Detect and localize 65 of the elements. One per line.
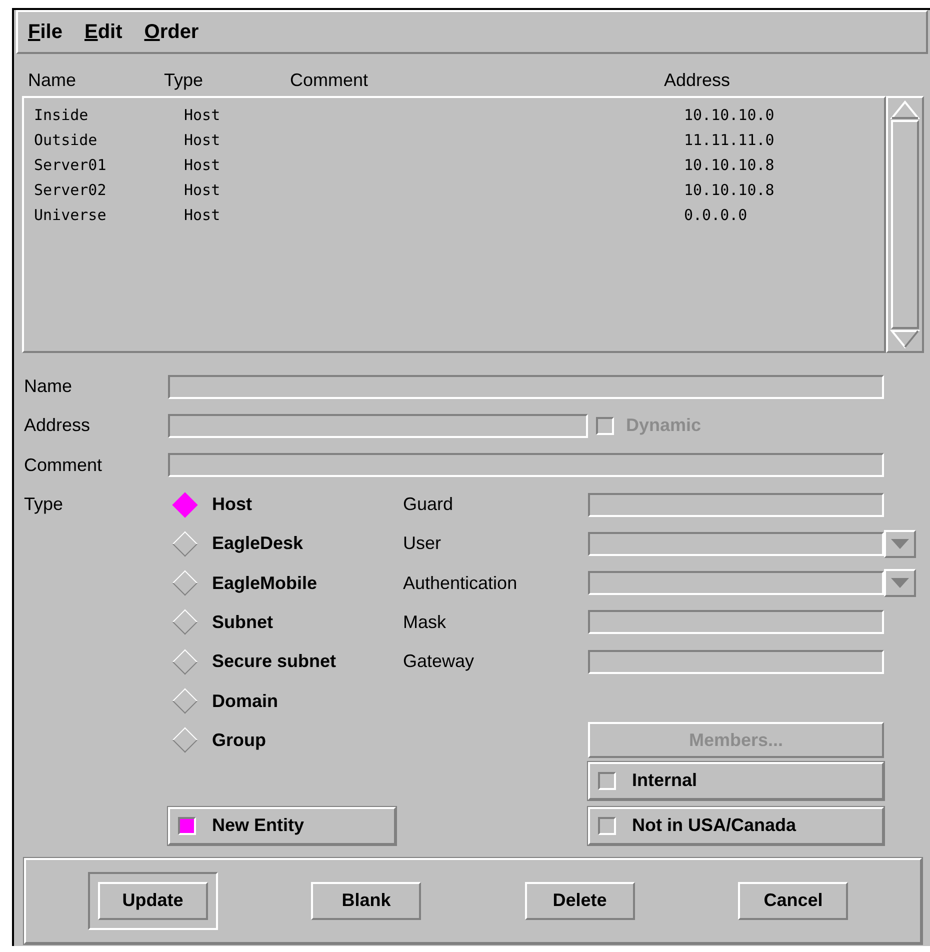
checkbox-label: New Entity [212, 815, 304, 836]
scroll-up-icon[interactable] [890, 100, 920, 120]
text-field[interactable] [588, 610, 884, 634]
column-header: Comment [290, 70, 368, 91]
list-cell-text: Universe [34, 206, 108, 224]
action-button[interactable]: Delete [524, 882, 635, 920]
list-cell-text: Host [184, 106, 222, 124]
radio-label: Domain [212, 690, 278, 712]
entity-list[interactable]: Inside Host 10.10.10.0 Outside Host 11.11.11.0 Server01 Host 10.10.10.8 Server02 Host 10.10.10.8 Universe Host 0.0.0.0 [22, 96, 886, 353]
radio-label: Subnet [212, 612, 273, 633]
radio-label: EagleDesk [212, 533, 304, 554]
radio-label: Host [212, 494, 252, 516]
list-cell-text: Host [184, 180, 222, 198]
action-button[interactable]: Update [98, 882, 208, 920]
name-field[interactable] [168, 374, 884, 399]
checkbox-label: Not in USA/Canada [632, 815, 796, 836]
list-cell-text: Server01 [34, 156, 108, 174]
field-label: Comment [24, 454, 102, 476]
checkbox[interactable] [598, 772, 616, 790]
list-cell-text: Server02 [34, 180, 108, 198]
list-cell-text: Host [184, 156, 222, 174]
scroll-down-icon[interactable] [890, 329, 920, 349]
field-label: Name [24, 376, 72, 398]
caret-icon [890, 538, 910, 550]
field-label: Address [24, 415, 90, 436]
column-header: Address [664, 70, 730, 91]
radio-label: Secure subnet [212, 651, 336, 672]
list-cell: 0.0.0.0 [684, 206, 748, 224]
menu-item[interactable]: Edit [84, 20, 122, 44]
list-cell-text: Host [184, 206, 222, 224]
menu-item[interactable]: Order [144, 20, 199, 44]
radio-label: Group [212, 730, 266, 751]
dropdown-field[interactable] [588, 571, 884, 596]
column-header: Type [164, 70, 204, 91]
checkbox[interactable] [598, 816, 616, 835]
field-label: Gateway [402, 651, 474, 672]
field-label: Mask [402, 612, 446, 633]
field-label: User [402, 533, 442, 554]
caret-icon [890, 577, 910, 590]
comment-field[interactable] [168, 453, 884, 478]
field-label: Guard [402, 494, 454, 516]
list-cell: 11.11.11.0 [684, 130, 774, 148]
list-cell: 10.10.10.8 [684, 180, 774, 198]
dropdown-button[interactable] [884, 530, 916, 558]
checkbox-label: Internal [632, 770, 698, 792]
checkbox[interactable] [178, 816, 196, 835]
text-field[interactable] [588, 492, 884, 517]
scroll-thumb[interactable] [891, 120, 919, 329]
action-button[interactable]: Blank [311, 882, 422, 920]
field-label: Authentication [402, 572, 518, 594]
column-header: Name [28, 70, 76, 91]
list-cell-text: Inside [34, 106, 90, 124]
dropdown-field[interactable] [588, 532, 884, 556]
list-cell: 10.10.10.0 [684, 106, 774, 124]
address-field[interactable] [168, 414, 588, 438]
radio-label: EagleMobile [212, 572, 318, 594]
list-cell: 10.10.10.8 [684, 156, 774, 174]
scrollbar[interactable] [886, 96, 924, 353]
field-label: Type [24, 494, 64, 516]
dropdown-button[interactable] [884, 569, 916, 598]
list-cell-text: Host [184, 130, 222, 148]
list-cell-text: Outside [34, 130, 98, 148]
text-field[interactable] [588, 650, 884, 674]
menu-item[interactable]: File [28, 20, 62, 44]
action-button[interactable]: Cancel [738, 882, 848, 920]
